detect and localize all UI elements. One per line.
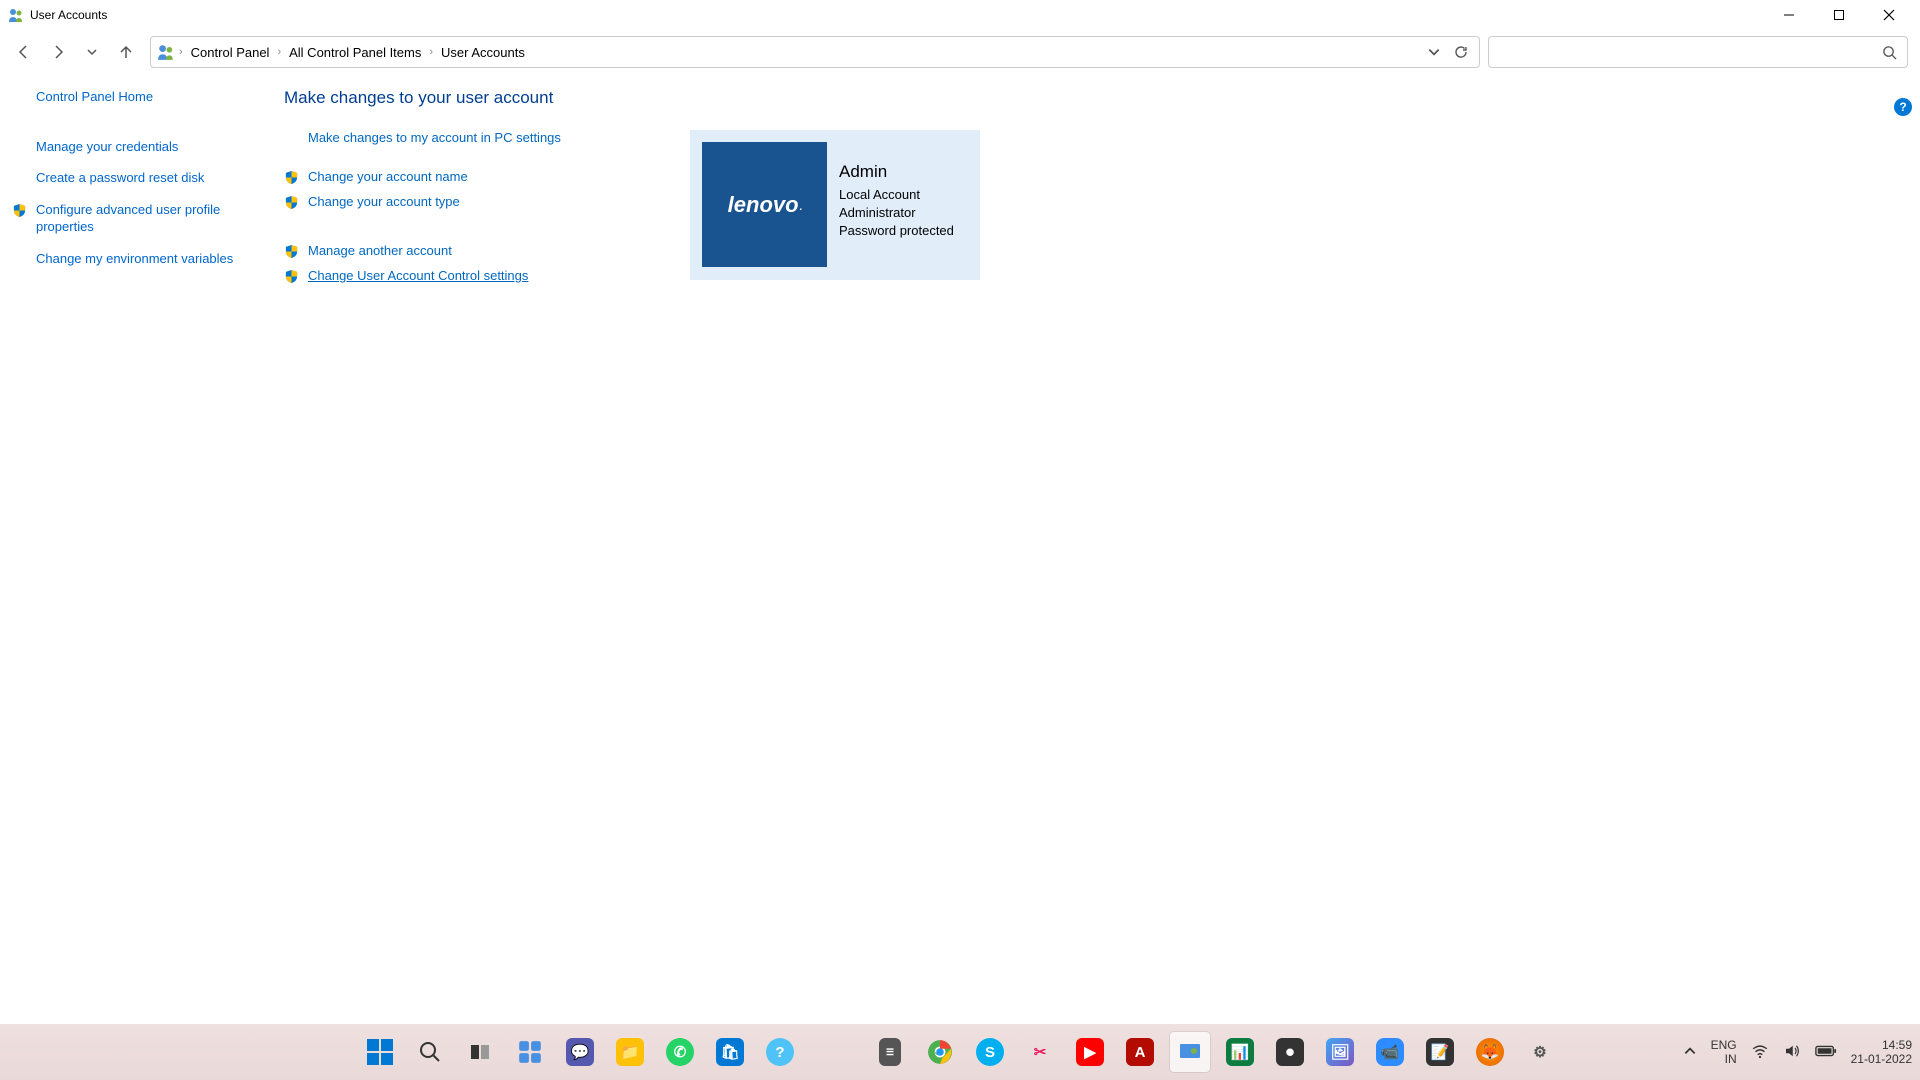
get-help-icon[interactable]: ? (760, 1032, 800, 1072)
start-button[interactable] (360, 1032, 400, 1072)
link-label: Change your account type (308, 194, 460, 209)
profile-name: Admin (839, 160, 954, 184)
control-panel-icon[interactable] (1170, 1032, 1210, 1072)
refresh-icon[interactable] (1453, 44, 1469, 60)
shield-icon (284, 269, 299, 287)
battery-icon[interactable] (1815, 1044, 1837, 1061)
chrome-icon[interactable] (920, 1032, 960, 1072)
system-tray: ENG IN 14:59 21-01-2022 (1683, 1038, 1912, 1067)
volume-icon[interactable] (1783, 1042, 1801, 1063)
wifi-icon[interactable] (1751, 1042, 1769, 1063)
chevron-down-icon[interactable] (1427, 45, 1441, 59)
forward-button[interactable] (42, 36, 74, 68)
lang-primary: ENG (1711, 1038, 1737, 1052)
language-indicator[interactable]: ENG IN (1711, 1038, 1737, 1067)
sidebar-link-password-reset[interactable]: Create a password reset disk (36, 169, 250, 187)
link-change-type[interactable]: Change your account type (308, 194, 640, 209)
whatsapp-icon[interactable]: ✆ (660, 1032, 700, 1072)
sidebar-link-env-vars[interactable]: Change my environment variables (36, 250, 250, 268)
user-accounts-icon (8, 7, 24, 23)
profile-card: lenovo Admin Local Account Administrator… (690, 130, 980, 280)
sidebar-link-home[interactable]: Control Panel Home (36, 88, 250, 106)
search-box[interactable] (1488, 36, 1908, 68)
sidebar-link-credentials[interactable]: Manage your credentials (36, 138, 250, 156)
shield-icon (284, 170, 299, 188)
back-button[interactable] (8, 36, 40, 68)
notes-icon[interactable]: 📝 (1420, 1032, 1460, 1072)
sidebar-item-label: Configure advanced user profile properti… (36, 202, 220, 235)
app-icon-2[interactable]: ⏺ (1270, 1032, 1310, 1072)
profile-account-type: Local Account (839, 186, 954, 204)
sidebar: Control Panel Home Manage your credentia… (0, 88, 280, 293)
settings-icon[interactable]: ⚙ (1520, 1032, 1560, 1072)
tray-overflow-icon[interactable] (1683, 1044, 1697, 1061)
taskbar-search[interactable] (410, 1032, 450, 1072)
profile-role: Administrator (839, 204, 954, 222)
clock-time: 14:59 (1851, 1038, 1912, 1052)
window-title: User Accounts (30, 8, 1766, 22)
help-button[interactable]: ? (1894, 98, 1912, 116)
link-label: Change your account name (308, 169, 468, 184)
shield-icon (12, 203, 27, 223)
minimize-button[interactable] (1766, 0, 1812, 30)
nav-row: › Control Panel › All Control Panel Item… (0, 30, 1920, 74)
maximize-button[interactable] (1816, 0, 1862, 30)
firefox-icon[interactable]: 🦊 (1470, 1032, 1510, 1072)
profile-brand-text: lenovo (728, 192, 802, 218)
photos-icon[interactable]: 🖼 (1320, 1032, 1360, 1072)
taskbar: 💬 📁 ✆ 🛍 ? ☰ S ✂ ▶ A 📊 ⏺ 🖼 📹 📝 🦊 ⚙ ENG IN… (0, 1024, 1920, 1080)
main-content: Make changes to your user account Make c… (280, 88, 1920, 293)
page-heading: Make changes to your user account (280, 88, 1920, 108)
zoom-icon[interactable]: 📹 (1370, 1032, 1410, 1072)
breadcrumb-item[interactable]: Control Panel (187, 43, 274, 62)
link-change-name[interactable]: Change your account name (308, 169, 640, 184)
link-manage-another[interactable]: Manage another account (308, 243, 640, 258)
clock-date: 21-01-2022 (1851, 1052, 1912, 1066)
app-icon[interactable]: 📊 (1220, 1032, 1260, 1072)
up-button[interactable] (110, 36, 142, 68)
clock[interactable]: 14:59 21-01-2022 (1851, 1038, 1912, 1067)
close-button[interactable] (1866, 0, 1912, 30)
recent-dropdown[interactable] (76, 36, 108, 68)
breadcrumb-item[interactable]: All Control Panel Items (285, 43, 425, 62)
shield-icon (284, 195, 299, 213)
breadcrumb-icon (157, 43, 175, 61)
skype-icon[interactable]: S (970, 1032, 1010, 1072)
acrobat-icon[interactable]: A (1120, 1032, 1160, 1072)
link-pc-settings[interactable]: Make changes to my account in PC setting… (308, 130, 640, 145)
ms-store-icon[interactable]: 🛍 (710, 1032, 750, 1072)
youtube-icon[interactable]: ▶ (1070, 1032, 1110, 1072)
address-bar[interactable]: › Control Panel › All Control Panel Item… (150, 36, 1480, 68)
sidebar-link-profile-properties[interactable]: Configure advanced user profile properti… (36, 201, 250, 236)
shield-icon (284, 244, 299, 262)
chevron-right-icon: › (429, 46, 433, 58)
chevron-right-icon: › (277, 46, 281, 58)
link-label: Change User Account Control settings (308, 268, 528, 283)
profile-protection: Password protected (839, 222, 954, 240)
widgets-icon[interactable] (510, 1032, 550, 1072)
task-view-icon[interactable] (460, 1032, 500, 1072)
teams-icon[interactable]: 💬 (560, 1032, 600, 1072)
snip-icon[interactable]: ✂ (1020, 1032, 1060, 1072)
lang-secondary: IN (1711, 1052, 1737, 1066)
chevron-right-icon: › (179, 46, 183, 58)
link-uac-settings[interactable]: Change User Account Control settings (308, 268, 640, 283)
link-label: Manage another account (308, 243, 452, 258)
file-explorer-icon[interactable]: 📁 (610, 1032, 650, 1072)
profile-picture: lenovo (702, 142, 827, 267)
search-icon (1882, 45, 1897, 60)
calculator-icon[interactable]: ☰ (870, 1032, 910, 1072)
titlebar: User Accounts (0, 0, 1920, 30)
breadcrumb-item[interactable]: User Accounts (437, 43, 529, 62)
